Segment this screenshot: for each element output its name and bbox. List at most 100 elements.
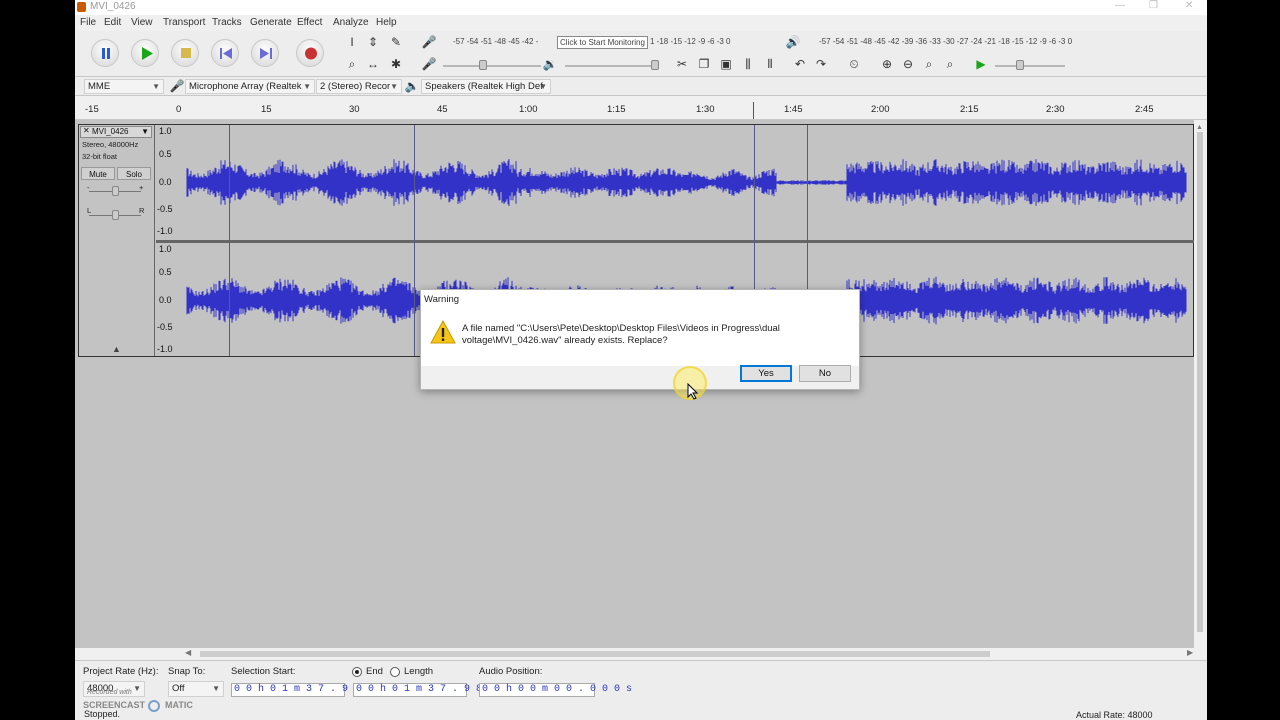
ruler-tick: 2:00 — [871, 104, 890, 115]
audio-host-dropdown[interactable]: MME ▼ — [84, 79, 164, 94]
monitoring-tooltip[interactable]: Click to Start Monitoring — [557, 36, 648, 49]
waveform-left-channel[interactable] — [157, 125, 1194, 240]
zoom-in-icon[interactable]: ⊕ — [878, 55, 896, 73]
window-title: MVI_0426 — [90, 1, 136, 12]
menu-bar: File Edit View Transport Tracks Generate… — [75, 15, 1207, 31]
close-track-icon[interactable]: ✕ — [83, 126, 90, 135]
toolbar-area: I ⇕ ✎ ⌕ ↔ ✱ 🎤 -57 -54 -51 -48 -45 -42 - … — [75, 31, 1207, 77]
menu-help[interactable]: Help — [376, 17, 397, 28]
dialog-message: A file named "C:\Users\Pete\Desktop\Desk… — [462, 323, 780, 346]
skip-end-button[interactable] — [251, 39, 279, 67]
recording-device-dropdown[interactable]: Microphone Array (Realtek ▼ — [185, 79, 315, 94]
copy-icon[interactable]: ❐ — [695, 55, 713, 73]
track-name-menu[interactable]: MVI_0426 ▼ ✕ — [80, 126, 152, 138]
track-bit-depth: 32-bit float — [82, 152, 118, 161]
selection-tool-icon[interactable]: I — [343, 33, 361, 51]
project-rate-label: Project Rate (Hz): — [83, 666, 159, 677]
playback-device-dropdown[interactable]: Speakers (Realtek High Def ▼ — [421, 79, 551, 94]
play-speed-slider[interactable] — [995, 65, 1065, 67]
pause-button[interactable] — [91, 39, 119, 67]
chevron-down-icon: ▼ — [141, 127, 149, 136]
timeshift-tool-icon[interactable]: ↔ — [364, 55, 382, 73]
timeline-ruler[interactable]: -15 0 15 30 45 1:00 1:15 1:30 1:45 2:00 … — [75, 98, 1207, 120]
record-button[interactable] — [296, 39, 324, 67]
menu-view[interactable]: View — [131, 17, 153, 28]
ruler-tick: 45 — [437, 104, 448, 115]
audio-host-value: MME — [88, 81, 111, 92]
skip-start-icon — [220, 48, 232, 59]
horizontal-scrollbar[interactable]: ◀ ▶ — [75, 648, 1194, 660]
fit-project-icon[interactable]: ⌕ — [941, 55, 959, 73]
playback-meter-icon[interactable]: 🔊 — [784, 33, 802, 51]
sync-lock-icon[interactable]: ⏲ — [845, 55, 863, 73]
maximize-icon[interactable]: ❐ — [1149, 0, 1158, 11]
multi-tool-icon[interactable]: ✱ — [387, 55, 405, 73]
undo-icon[interactable]: ↶ — [791, 55, 809, 73]
record-meter-scale: -57 -54 -51 -48 -45 -42 - — [453, 37, 539, 46]
record-meter-icon[interactable]: 🎤 — [420, 33, 438, 51]
audio-position-field[interactable]: 0 0 h 0 0 m 0 0 . 0 0 0 s — [479, 683, 632, 697]
recording-channels-dropdown[interactable]: 2 (Stereo) Recor ▼ — [316, 79, 402, 94]
envelope-tool-icon[interactable]: ⇕ — [364, 33, 382, 51]
stop-icon — [181, 48, 191, 58]
menu-generate[interactable]: Generate — [250, 17, 292, 28]
skip-start-button[interactable] — [211, 39, 239, 67]
menu-file[interactable]: File — [80, 17, 96, 28]
menu-effect[interactable]: Effect — [297, 17, 322, 28]
solo-button[interactable]: Solo — [117, 167, 151, 180]
pan-knob[interactable] — [112, 210, 119, 220]
speaker-volume-slider[interactable] — [565, 65, 657, 67]
zoom-tool-icon[interactable]: ⌕ — [343, 55, 361, 73]
close-icon[interactable]: ✕ — [1185, 0, 1193, 11]
dialog-title: Warning — [421, 290, 859, 310]
menu-tracks[interactable]: Tracks — [212, 17, 242, 28]
selection-toolbar: Project Rate (Hz): 48000 ▼ Snap To: Off ▼ … — [75, 660, 1207, 720]
scroll-right-icon[interactable]: ▶ — [1187, 648, 1193, 657]
track-format: Stereo, 48000Hz — [82, 140, 139, 149]
vertical-scrollbar[interactable]: ▲ — [1194, 120, 1207, 648]
length-radio[interactable] — [390, 667, 400, 677]
no-button[interactable]: No — [799, 365, 851, 382]
scroll-up-icon[interactable]: ▲ — [1196, 124, 1204, 131]
mic-volume-slider[interactable] — [443, 65, 541, 67]
menu-analyze[interactable]: Analyze — [333, 17, 369, 28]
status-text: Stopped. — [84, 709, 121, 719]
mute-button[interactable]: Mute — [81, 167, 115, 180]
menu-edit[interactable]: Edit — [104, 17, 121, 28]
audio-position-label: Audio Position: — [479, 666, 543, 677]
play-at-speed-icon[interactable]: ▶ — [972, 55, 990, 73]
ruler-tick: 1:15 — [607, 104, 626, 115]
mic-volume-knob[interactable] — [479, 60, 487, 70]
mic-volume-icon: 🎤 — [421, 57, 437, 71]
yes-button[interactable]: Yes — [740, 365, 792, 382]
trim-icon[interactable]: ⫼ — [739, 55, 757, 73]
vertical-scroll-thumb[interactable] — [1197, 132, 1203, 632]
menu-transport[interactable]: Transport — [163, 17, 205, 28]
speaker-volume-knob[interactable] — [651, 60, 659, 70]
play-head-marker — [753, 102, 754, 119]
horizontal-scroll-thumb[interactable] — [200, 651, 990, 657]
snap-to-label: Snap To: — [168, 666, 206, 677]
redo-icon[interactable]: ↷ — [812, 55, 830, 73]
selection-end-field[interactable]: 0 0 h 0 1 m 3 7 . 9 8 1 s — [353, 683, 506, 697]
draw-tool-icon[interactable]: ✎ — [387, 33, 405, 51]
track-control-panel[interactable]: MVI_0426 ▼ ✕ Stereo, 48000Hz 32-bit float … — [79, 125, 155, 356]
snap-to-value: Off — [172, 683, 185, 694]
play-button[interactable] — [131, 39, 159, 67]
clip-boundary — [229, 125, 230, 356]
selection-start-field[interactable]: 0 0 h 0 1 m 3 7 . 9 8 1 s — [231, 683, 384, 697]
end-radio[interactable] — [352, 667, 362, 677]
snap-to-dropdown[interactable]: Off ▼ — [168, 681, 224, 697]
play-speed-knob[interactable] — [1016, 60, 1024, 70]
silence-icon[interactable]: ⫴ — [761, 55, 779, 73]
scroll-left-icon[interactable]: ◀ — [185, 648, 191, 657]
minimize-icon[interactable]: — — [1115, 0, 1125, 11]
stop-button[interactable] — [171, 39, 199, 67]
zoom-out-icon[interactable]: ⊖ — [899, 55, 917, 73]
collapse-track-icon[interactable]: ▲ — [112, 344, 121, 354]
cut-icon[interactable]: ✂ — [673, 55, 691, 73]
skip-end-icon — [260, 48, 272, 59]
gain-knob[interactable] — [112, 186, 119, 196]
fit-selection-icon[interactable]: ⌕ — [920, 55, 938, 73]
paste-icon[interactable]: ▣ — [717, 55, 735, 73]
